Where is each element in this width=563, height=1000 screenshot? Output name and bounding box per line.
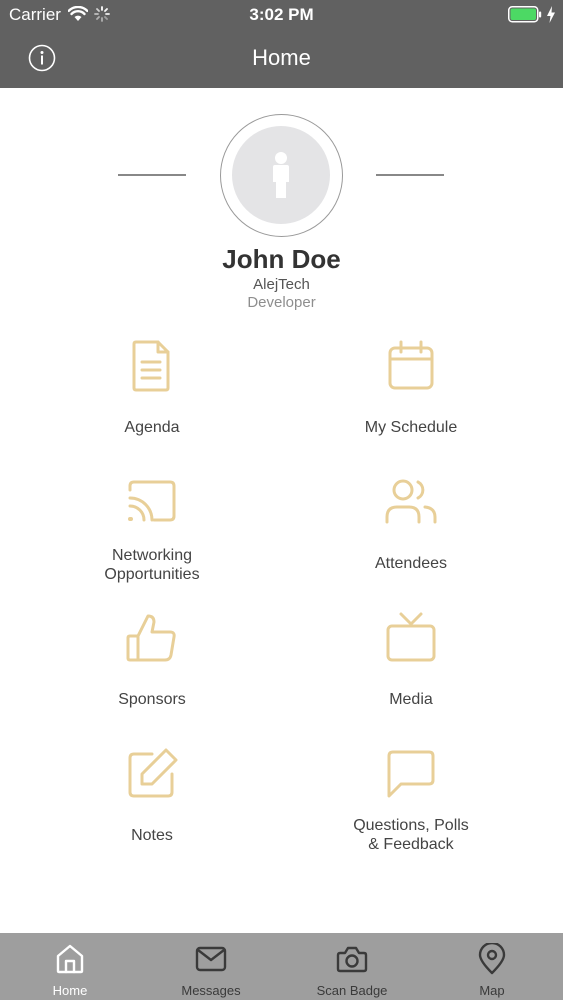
menu-label-notes: Notes — [131, 827, 173, 844]
home-icon — [56, 944, 84, 974]
avatar[interactable] — [220, 114, 343, 237]
chat-bubble-icon — [387, 750, 435, 798]
profile-divider-left — [118, 174, 186, 176]
person-silhouette-icon — [273, 152, 289, 198]
tab-label-map: Map — [479, 983, 505, 998]
edit-icon — [128, 748, 178, 798]
avatar-background — [232, 126, 330, 224]
user-role: Developer — [247, 294, 316, 311]
menu-label-attendees: Attendees — [374, 555, 448, 572]
page-title: Home — [252, 45, 311, 70]
menu-label-my-schedule: My Schedule — [364, 419, 458, 436]
battery-icon — [508, 6, 542, 23]
menu-item-media[interactable]: Media — [291, 610, 531, 710]
menu-label-sponsors: Sponsors — [118, 691, 186, 708]
cast-icon — [128, 480, 176, 522]
tab-scan-badge[interactable]: Scan Badge — [282, 933, 422, 1000]
user-name: John Doe — [222, 244, 341, 274]
mail-icon — [195, 946, 227, 972]
menu-item-notes[interactable]: Notes — [32, 746, 272, 846]
charging-bolt-icon — [547, 6, 555, 23]
document-icon — [132, 340, 170, 392]
menu-label-agenda: Agenda — [124, 419, 180, 436]
tab-label-scan-badge: Scan Badge — [316, 983, 388, 998]
tab-messages[interactable]: Messages — [141, 933, 281, 1000]
navigation-bar: Home — [0, 30, 563, 88]
tab-label-messages: Messages — [181, 983, 241, 998]
menu-item-sponsors[interactable]: Sponsors — [32, 610, 272, 710]
menu-item-questions[interactable]: Questions, Polls & Feedback — [291, 746, 531, 856]
menu-item-attendees[interactable]: Attendees — [291, 474, 531, 584]
tab-home[interactable]: Home — [0, 933, 140, 1000]
profile-divider-right — [376, 174, 444, 176]
menu-label-questions: Questions, Polls & Feedback — [353, 817, 469, 853]
menu-item-my-schedule[interactable]: My Schedule — [291, 338, 531, 438]
menu-label-media: Media — [389, 691, 433, 708]
tab-label-home: Home — [52, 983, 88, 998]
app-header: Carrier 3:02 PM Home — [0, 0, 563, 88]
status-time: 3:02 PM — [249, 5, 314, 24]
camera-icon — [336, 946, 368, 973]
menu-label-networking: Networking Opportunities — [104, 547, 200, 583]
menu-item-networking[interactable]: Networking Opportunities — [32, 474, 272, 584]
tv-icon — [386, 612, 436, 662]
thumbs-up-icon — [126, 614, 176, 662]
users-icon — [385, 479, 437, 524]
status-bar: Carrier 3:02 PM — [0, 0, 563, 30]
tab-map[interactable]: Map — [422, 933, 562, 1000]
menu-item-agenda[interactable]: Agenda — [32, 338, 272, 438]
tab-bar: Home Messages Scan Badge Map — [0, 933, 563, 1000]
user-company: AlejTech — [253, 276, 310, 293]
calendar-icon — [388, 340, 434, 390]
map-pin-icon — [478, 943, 506, 975]
